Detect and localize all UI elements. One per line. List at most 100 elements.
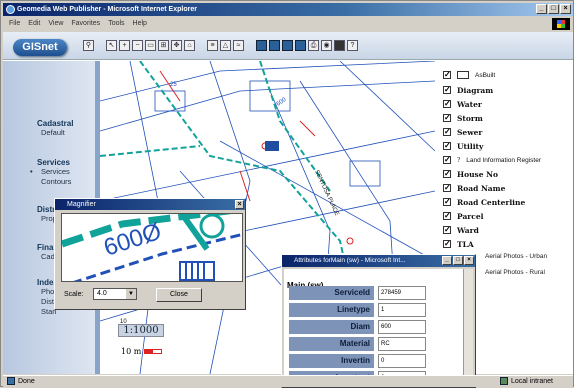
menu-edit[interactable]: Edit xyxy=(28,20,40,27)
minimize-button[interactable]: _ xyxy=(536,4,547,14)
menu-help[interactable]: Help xyxy=(133,20,147,27)
layer-land-information-register[interactable]: ? Land Information Register xyxy=(443,154,541,166)
layer-road-name[interactable]: Road Name xyxy=(443,182,505,194)
redline-icon[interactable]: ≈ xyxy=(233,40,244,51)
layer-utility[interactable]: Utility xyxy=(443,140,483,152)
magnifier-close-icon[interactable]: × xyxy=(235,200,244,209)
layer-storm[interactable]: Storm xyxy=(443,112,483,124)
layer-checkbox[interactable] xyxy=(443,210,451,220)
layer-checkbox[interactable] xyxy=(443,140,451,150)
menu-favorites[interactable]: Favorites xyxy=(71,20,100,27)
zone-text: Local intranet xyxy=(510,377,553,385)
menu-file[interactable]: File xyxy=(9,20,20,27)
layer-label: Land Information Register xyxy=(466,156,542,164)
layer-label: TLA xyxy=(457,239,474,249)
zoom-out-icon[interactable]: − xyxy=(132,40,143,51)
layer-asbuilt[interactable]: AsBuilt xyxy=(443,69,495,81)
magnifier-title-bar[interactable]: Magnifier × xyxy=(55,199,245,210)
magnifier-scale-select[interactable]: 4.0 xyxy=(93,288,137,300)
layer-checkbox[interactable] xyxy=(443,196,451,206)
attribute-value[interactable]: 0 xyxy=(378,354,426,368)
layer-label: Sewer xyxy=(457,127,483,137)
menu-view[interactable]: View xyxy=(48,20,63,27)
layer-checkbox[interactable] xyxy=(443,224,451,234)
magnifier-scale-label: Scale: xyxy=(64,291,84,298)
layer-checkbox[interactable] xyxy=(443,112,451,122)
layer-road-centerline[interactable]: Road Centerline xyxy=(443,196,525,208)
layer-checkbox[interactable] xyxy=(443,168,451,178)
layer-tla[interactable]: TLA xyxy=(443,238,474,250)
magnifier-close-button[interactable]: Close xyxy=(156,288,202,302)
attributes-maximize-button[interactable]: □ xyxy=(453,256,463,265)
help-icon[interactable]: ? xyxy=(347,40,358,51)
layer-checkbox[interactable] xyxy=(443,69,451,79)
attribute-key: Linetype xyxy=(289,303,374,317)
status-bar: Done Local intranet xyxy=(3,375,573,387)
layer-ward[interactable]: Ward xyxy=(443,224,479,236)
attributes-window: Attributes forMain (sw) - Microsoft Int.… xyxy=(281,254,476,388)
sidebar-item-contours[interactable]: Contours xyxy=(3,177,95,187)
home-icon[interactable]: ⌂ xyxy=(184,40,195,51)
selected-feature[interactable] xyxy=(265,141,279,151)
area-icon[interactable]: △ xyxy=(220,40,231,51)
attribute-key: Invertin xyxy=(289,354,374,368)
attribute-value[interactable]: 278459 xyxy=(378,286,426,300)
pan-icon[interactable]: ✥ xyxy=(171,40,182,51)
magnifier-view[interactable]: 600Ø xyxy=(61,213,243,282)
magnifier-canvas: 600Ø xyxy=(62,214,242,281)
attributes-title: Attributes forMain (sw) - Microsoft Int.… xyxy=(294,257,406,264)
layer-checkbox[interactable] xyxy=(443,182,451,192)
windows-logo-icon xyxy=(552,18,570,30)
map-label-600: 600 xyxy=(276,97,288,108)
zoom-window-icon[interactable]: ▭ xyxy=(145,40,156,51)
scale-bar-label: 10 m xyxy=(121,347,142,356)
fit-all-icon[interactable]: ⊞ xyxy=(158,40,169,51)
print-icon[interactable]: ⎙ xyxy=(308,40,319,51)
layer-1-icon[interactable] xyxy=(256,40,267,51)
attribute-value[interactable]: 1 xyxy=(378,303,426,317)
magnifier-icon[interactable]: ◉ xyxy=(321,40,332,51)
magnifier-title: Magnifier xyxy=(67,201,96,208)
layer-checkbox[interactable] xyxy=(443,84,451,94)
attribute-value[interactable]: 600 xyxy=(378,320,426,334)
layer-checkbox[interactable] xyxy=(443,98,451,108)
ie-icon xyxy=(6,5,15,14)
layer-checkbox[interactable] xyxy=(443,154,451,164)
attribute-key: ServiceId xyxy=(289,286,374,300)
menu-tools[interactable]: Tools xyxy=(108,20,124,27)
layer-checkbox[interactable] xyxy=(443,238,451,248)
info-icon[interactable] xyxy=(334,40,345,51)
layer-parcel[interactable]: Parcel xyxy=(443,210,483,222)
layer-aerial-rural[interactable]: Aerial Photos - Rural xyxy=(485,269,545,276)
zoom-in-icon[interactable]: + xyxy=(119,40,130,51)
browser-window: Geomedia Web Publisher - Microsoft Inter… xyxy=(0,0,574,388)
attributes-scrollbar[interactable] xyxy=(463,269,473,387)
layer-aerial-urban[interactable]: Aerial Photos - Urban xyxy=(485,253,547,260)
binoculars-icon[interactable]: ⚲ xyxy=(83,40,94,51)
attribute-key: Diam xyxy=(289,320,374,334)
layer-sewer[interactable]: Sewer xyxy=(443,126,482,138)
attribute-value[interactable]: RC xyxy=(378,337,426,351)
layer-house-no[interactable]: House No xyxy=(443,168,498,180)
maximize-button[interactable]: □ xyxy=(548,4,559,14)
sidebar-group-cadastral: Cadastral Default xyxy=(3,119,95,138)
close-button[interactable]: × xyxy=(560,4,571,14)
sidebar-item-default[interactable]: Default xyxy=(3,128,95,138)
layer-label: Ward xyxy=(457,225,479,235)
layer-water[interactable]: Water xyxy=(443,98,482,110)
measure-icon[interactable]: ≡ xyxy=(207,40,218,51)
select-icon[interactable]: ↖ xyxy=(106,40,117,51)
sidebar-heading[interactable]: Cadastral xyxy=(3,119,95,128)
attributes-minimize-button[interactable]: _ xyxy=(442,256,452,265)
layer-label: Water xyxy=(457,99,482,109)
layer-label: Parcel xyxy=(457,211,484,221)
layer-4-icon[interactable] xyxy=(295,40,306,51)
sidebar-item-services[interactable]: Services xyxy=(3,167,95,177)
attributes-close-button[interactable]: × xyxy=(464,256,474,265)
layer-2-icon[interactable] xyxy=(269,40,280,51)
sidebar-heading[interactable]: Services xyxy=(3,158,95,167)
layer-3-icon[interactable] xyxy=(282,40,293,51)
layer-diagram[interactable]: Diagram xyxy=(443,84,493,96)
attributes-title-bar[interactable]: Attributes forMain (sw) - Microsoft Int.… xyxy=(282,255,475,267)
layer-checkbox[interactable] xyxy=(443,126,451,136)
